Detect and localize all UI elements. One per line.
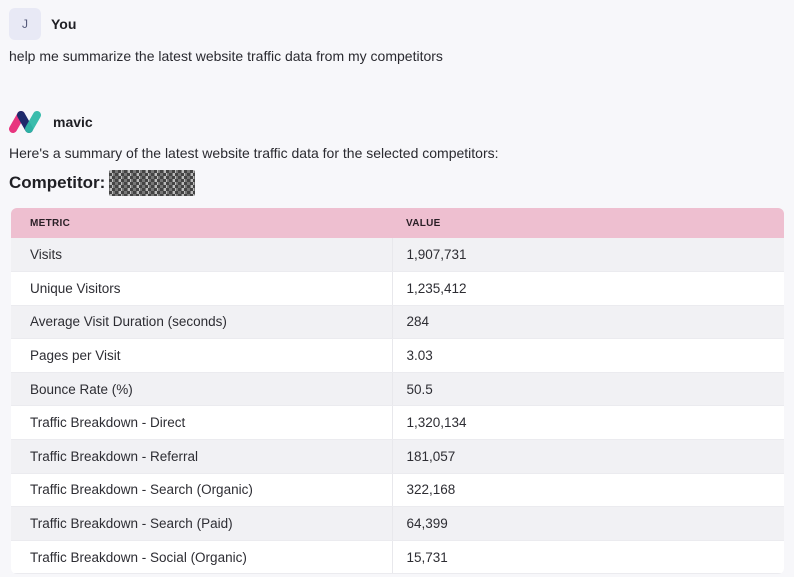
table-row: Unique Visitors 1,235,412 — [11, 271, 784, 306]
table-row: Visits 1,907,731 — [11, 238, 784, 273]
table-row: Traffic Breakdown - Referral 181,057 — [11, 439, 784, 474]
metric-cell: Traffic Breakdown - Referral — [11, 439, 392, 474]
table-row: Average Visit Duration (seconds) 284 — [11, 305, 784, 340]
assistant-name: mavic — [53, 114, 93, 130]
user-message-header: J You — [9, 8, 76, 40]
table-header-row: METRIC VALUE — [11, 208, 784, 238]
table-row: Pages per Visit 3.03 — [11, 338, 784, 373]
metric-cell: Traffic Breakdown - Search (Paid) — [11, 506, 392, 541]
value-cell: 1,907,731 — [391, 238, 784, 273]
value-cell: 3.03 — [391, 338, 784, 373]
avatar: J — [9, 8, 41, 40]
table-row: Traffic Breakdown - Search (Paid) 64,399 — [11, 506, 784, 541]
value-cell: 322,168 — [391, 473, 784, 508]
metric-cell: Traffic Breakdown - Direct — [11, 405, 392, 441]
table-row: Traffic Breakdown - Social (Organic) 15,… — [11, 540, 784, 575]
value-cell: 1,320,134 — [391, 405, 784, 441]
assistant-message-header: mavic — [9, 109, 93, 135]
value-cell: 181,057 — [391, 439, 784, 474]
metric-cell: Traffic Breakdown - Social (Organic) — [11, 540, 392, 575]
redacted-name — [109, 170, 196, 196]
metric-cell: Unique Visitors — [11, 271, 392, 306]
metric-cell: Pages per Visit — [11, 338, 392, 373]
chat-view: J You help me summarize the latest websi… — [0, 0, 794, 577]
value-cell: 1,235,412 — [391, 271, 784, 306]
user-name: You — [51, 16, 77, 32]
mavic-logo-icon — [9, 111, 41, 133]
column-header-value: VALUE — [406, 217, 441, 229]
value-cell: 64,399 — [391, 506, 784, 541]
table-row: Traffic Breakdown - Direct 1,320,134 — [11, 405, 784, 441]
traffic-table: METRIC VALUE Visits 1,907,731 Unique Vis… — [11, 208, 784, 575]
table-row: Traffic Breakdown - Search (Organic) 322… — [11, 473, 784, 508]
metric-cell: Visits — [11, 238, 392, 273]
metric-cell: Traffic Breakdown - Search (Organic) — [11, 473, 392, 508]
user-message-text: help me summarize the latest website tra… — [9, 48, 443, 64]
value-cell: 15,731 — [391, 540, 784, 575]
value-cell: 50.5 — [391, 372, 784, 407]
table-row: Bounce Rate (%) 50.5 — [11, 372, 784, 407]
assistant-message-text: Here's a summary of the latest website t… — [9, 145, 499, 161]
metric-cell: Bounce Rate (%) — [11, 372, 392, 407]
competitor-heading: Competitor: — [9, 170, 196, 196]
value-cell: 284 — [391, 305, 784, 340]
column-header-metric: METRIC — [30, 217, 71, 229]
competitor-label: Competitor: — [9, 173, 106, 192]
metric-cell: Average Visit Duration (seconds) — [11, 305, 392, 340]
